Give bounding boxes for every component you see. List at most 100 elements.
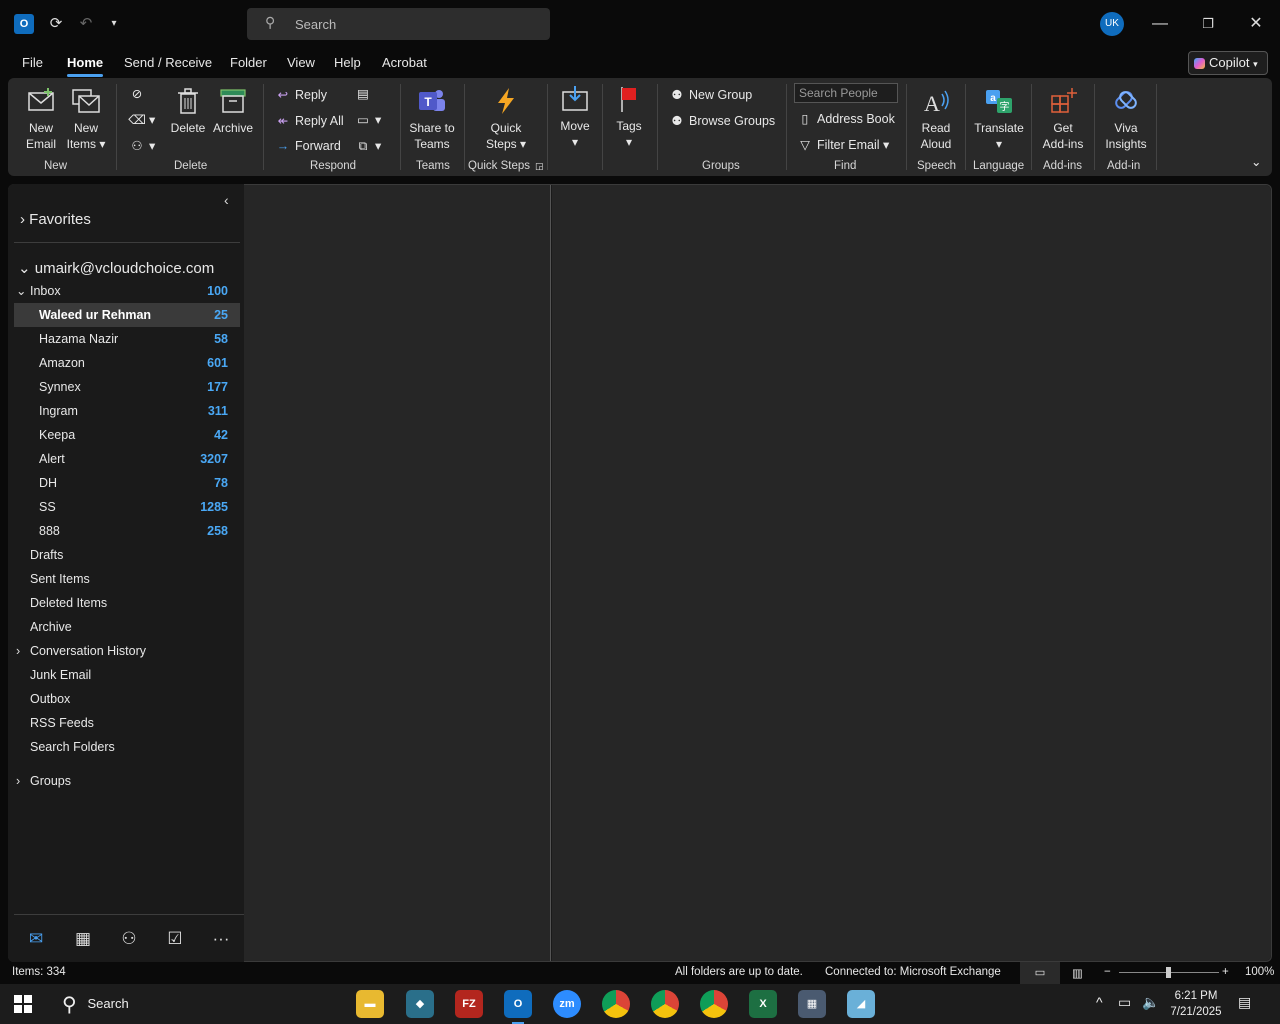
address-book-button[interactable]: ▯ Address Book bbox=[796, 111, 895, 126]
ribbon-collapse-chevron-icon[interactable]: ⌄ bbox=[1251, 154, 1261, 169]
quick-steps-button[interactable]: Quick Steps ▾ bbox=[480, 86, 532, 152]
avatar[interactable]: UK bbox=[1100, 12, 1124, 36]
calculator-icon[interactable]: ▦ bbox=[798, 990, 826, 1018]
tab-help[interactable]: Help bbox=[334, 55, 361, 70]
file-explorer-icon[interactable]: ▬ bbox=[356, 990, 384, 1018]
ribbon-separator bbox=[965, 84, 966, 170]
folder-item[interactable]: Sent Items bbox=[14, 567, 240, 591]
tab-home[interactable]: Home bbox=[67, 55, 104, 77]
folder-item[interactable]: Archive bbox=[14, 615, 240, 639]
reply-all-button[interactable]: ↞ Reply All bbox=[274, 113, 344, 128]
undo-icon[interactable]: ↶ bbox=[74, 12, 98, 36]
subfolder-item[interactable]: Ingram 311 bbox=[14, 399, 240, 423]
subfolder-item[interactable]: Synnex 177 bbox=[14, 375, 240, 399]
zoom-icon[interactable]: zm bbox=[553, 990, 581, 1018]
app-icon[interactable]: ◢ bbox=[847, 990, 875, 1018]
new-items-button[interactable]: New Items ▾ bbox=[66, 86, 106, 152]
zoom-in-button[interactable]: + bbox=[1222, 966, 1229, 978]
tab-folder[interactable]: Folder bbox=[230, 55, 267, 70]
folder-item[interactable]: › Conversation History bbox=[14, 639, 240, 663]
chrome-icon[interactable] bbox=[602, 990, 630, 1018]
outlook-taskbar-icon[interactable]: O bbox=[504, 990, 532, 1024]
folder-item[interactable]: Junk Email bbox=[14, 663, 240, 687]
subfolder-item[interactable]: Hazama Nazir 58 bbox=[14, 327, 240, 351]
zoom-out-button[interactable]: − bbox=[1104, 966, 1111, 978]
folder-groups[interactable]: › Groups bbox=[14, 769, 240, 793]
account-header[interactable]: ⌄ umairk@vcloudchoice.com bbox=[18, 259, 214, 277]
people-icon[interactable]: ⚇ bbox=[117, 929, 141, 951]
folder-item[interactable]: Outbox bbox=[14, 687, 240, 711]
restore-button[interactable]: ❐ bbox=[1193, 10, 1223, 38]
message-list-pane[interactable] bbox=[244, 185, 551, 961]
new-group-button[interactable]: ⚉ New Group bbox=[668, 87, 752, 102]
excel-icon[interactable]: X bbox=[749, 990, 777, 1018]
copilot-button[interactable]: Copilot ▾ bbox=[1188, 51, 1268, 75]
minimize-button[interactable]: — bbox=[1145, 10, 1175, 38]
folder-item[interactable]: Drafts bbox=[14, 543, 240, 567]
share-to-teams-button[interactable]: T Share to Teams bbox=[406, 86, 458, 152]
folder-item[interactable]: RSS Feeds bbox=[14, 711, 240, 735]
meeting-button[interactable]: ▤ bbox=[354, 86, 375, 101]
forward-button[interactable]: → Forward bbox=[274, 139, 341, 153]
ignore-button[interactable]: ⊘ bbox=[128, 86, 149, 101]
close-button[interactable]: ✕ bbox=[1241, 10, 1271, 38]
collapse-folder-pane-icon[interactable]: ‹ bbox=[224, 192, 229, 208]
favorites-header[interactable]: › Favorites bbox=[20, 211, 91, 228]
filezilla-icon[interactable]: FZ bbox=[455, 990, 483, 1018]
clock[interactable]: 6:21 PM 7/21/2025 bbox=[1166, 988, 1226, 1020]
subfolder-item[interactable]: Waleed ur Rehman 25 bbox=[14, 303, 240, 327]
folder-item[interactable]: Search Folders bbox=[14, 735, 240, 759]
sync-icon[interactable]: ⟳ bbox=[44, 12, 68, 36]
unread-count: 25 bbox=[214, 308, 228, 322]
taskbar-search[interactable]: ⚲ Search bbox=[62, 992, 129, 1017]
tab-view[interactable]: View bbox=[287, 55, 315, 70]
viva-insights-button[interactable]: Viva Insights bbox=[1102, 86, 1150, 152]
search-people-input[interactable]: Search People bbox=[794, 83, 898, 103]
ribbon-separator bbox=[1156, 84, 1157, 170]
subfolder-item[interactable]: Keepa 42 bbox=[14, 423, 240, 447]
quick-steps-launcher-icon[interactable]: ◲ bbox=[535, 161, 544, 172]
windows-start-icon[interactable] bbox=[14, 995, 32, 1013]
subfolder-item[interactable]: DH 78 bbox=[14, 471, 240, 495]
reading-view-icon[interactable]: ▥ bbox=[1072, 966, 1083, 980]
tab-send-receive[interactable]: Send / Receive bbox=[124, 55, 212, 70]
subfolder-item[interactable]: Amazon 601 bbox=[14, 351, 240, 375]
filter-email-button[interactable]: ▽ Filter Email ▾ bbox=[796, 137, 889, 152]
subfolder-item[interactable]: 888 258 bbox=[14, 519, 240, 543]
reply-button[interactable]: ↩ Reply bbox=[274, 87, 327, 102]
mail-icon[interactable]: ✉ bbox=[24, 929, 48, 951]
network-icon[interactable]: ▭ bbox=[1118, 994, 1131, 1011]
translate-button[interactable]: a字 Translate ▾ bbox=[971, 86, 1027, 152]
chrome-icon[interactable] bbox=[700, 990, 728, 1018]
normal-view-icon[interactable]: ▭ bbox=[1020, 962, 1060, 984]
delete-button[interactable]: Delete bbox=[168, 86, 208, 136]
tags-button[interactable]: Tags ▾ bbox=[611, 84, 647, 150]
chevron-up-icon[interactable]: ^ bbox=[1096, 994, 1103, 1010]
tasks-icon[interactable]: ☑ bbox=[163, 929, 187, 951]
archive-button[interactable]: Archive bbox=[211, 86, 255, 136]
junk-button[interactable]: ⚇ ▾ bbox=[128, 138, 155, 153]
volume-icon[interactable]: 🔈 bbox=[1142, 994, 1159, 1011]
new-email-button[interactable]: New Email bbox=[22, 86, 60, 152]
browse-groups-button[interactable]: ⚉ Browse Groups bbox=[668, 113, 775, 128]
search-box[interactable]: ⚲ Search bbox=[247, 8, 550, 40]
move-button[interactable]: Move ▾ bbox=[555, 84, 595, 150]
subfolder-item[interactable]: SS 1285 bbox=[14, 495, 240, 519]
more-apps-icon[interactable]: ··· bbox=[209, 929, 233, 951]
tab-file[interactable]: File bbox=[22, 55, 43, 70]
read-aloud-button[interactable]: A Read Aloud bbox=[914, 86, 958, 152]
subfolder-item[interactable]: Alert 3207 bbox=[14, 447, 240, 471]
get-addins-button[interactable]: Get Add-ins bbox=[1038, 86, 1088, 152]
chrome-icon[interactable] bbox=[651, 990, 679, 1018]
folder-inbox[interactable]: ⌄ Inbox 100 bbox=[14, 279, 240, 303]
notification-icon[interactable]: ▤ bbox=[1238, 994, 1251, 1011]
clean-up-button[interactable]: ⌫ ▾ bbox=[128, 112, 155, 127]
instant-message-button[interactable]: ▭ ▾ bbox=[354, 112, 381, 127]
folder-item[interactable]: Deleted Items bbox=[14, 591, 240, 615]
app-icon[interactable]: ◆ bbox=[406, 990, 434, 1018]
more-respond-button[interactable]: ⧉ ▾ bbox=[354, 138, 382, 154]
zoom-slider-thumb[interactable] bbox=[1166, 967, 1171, 978]
customize-toolbar-icon[interactable]: ▾ bbox=[102, 12, 126, 36]
calendar-icon[interactable]: ▦ bbox=[71, 929, 95, 951]
tab-acrobat[interactable]: Acrobat bbox=[382, 55, 427, 70]
